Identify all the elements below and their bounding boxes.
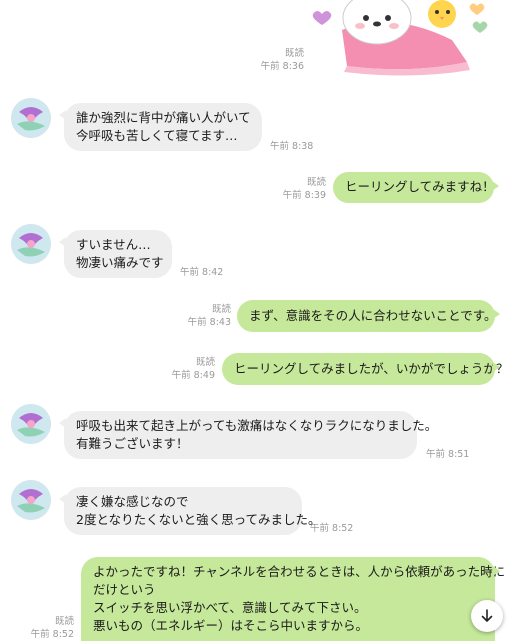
message-meta: 既読 午前 8:49 bbox=[151, 356, 215, 382]
message-time: 午前 8:52 bbox=[310, 523, 354, 534]
avatar-image bbox=[11, 224, 51, 264]
message-time: 午前 8:51 bbox=[426, 449, 470, 460]
avatar[interactable] bbox=[11, 480, 51, 520]
avatar[interactable] bbox=[11, 98, 51, 138]
message-line: 有難うございます！ bbox=[76, 436, 189, 451]
avatar[interactable] bbox=[11, 224, 51, 264]
message-line: まず、意識をその人に合わせないことです。 bbox=[249, 308, 497, 323]
message-time: 午前 8:39 bbox=[282, 190, 326, 201]
read-receipt: 既読 bbox=[211, 304, 231, 315]
message-line: スイッチを思い浮かべて、意識してみて下さい。 bbox=[93, 600, 367, 615]
message-line: 今呼吸も苦しくて寝てます… bbox=[76, 128, 238, 143]
message-meta: 既読 午前 8:52 bbox=[10, 615, 74, 641]
message-time: 午前 8:42 bbox=[180, 267, 224, 278]
message-line: 物凄い痛みです bbox=[76, 255, 164, 270]
message-line: だけという bbox=[93, 582, 156, 597]
message-time: 午前 8:36 bbox=[260, 61, 304, 72]
message-line: 誰か強烈に背中が痛い人がいて bbox=[76, 110, 251, 125]
message-line: 凄く嫌な感じなので bbox=[76, 494, 189, 509]
avatar[interactable] bbox=[11, 404, 51, 444]
message-bubble-incoming[interactable]: 呼吸も出来て起き上がっても激痛はなくなりラクになりました。 有難うございます！ bbox=[59, 411, 438, 459]
message-meta: 既読 午前 8:39 bbox=[262, 176, 326, 202]
read-receipt: 既読 bbox=[195, 357, 215, 368]
sticker-message[interactable] bbox=[302, 0, 502, 76]
message-line: ヒーリングしてみますね！ bbox=[345, 179, 495, 194]
message-time: 午前 8:38 bbox=[270, 141, 314, 152]
arrow-down-icon bbox=[481, 609, 493, 622]
message-bubble-outgoing[interactable]: ヒーリングしてみましたが、いかがでしょうか？ bbox=[222, 353, 509, 385]
scroll-to-bottom-button[interactable] bbox=[471, 600, 503, 632]
message-meta: 既読 午前 8:43 bbox=[167, 303, 231, 329]
message-line: 悪いもの（エネルギー）はそこら中いますから。 bbox=[93, 618, 369, 633]
avatar-image bbox=[11, 404, 51, 444]
message-line: ヒーリングしてみましたが、いかがでしょうか？ bbox=[234, 361, 509, 376]
message-time: 午前 8:52 bbox=[30, 629, 74, 640]
message-bubble-incoming[interactable]: すいません… 物凄い痛みです bbox=[59, 230, 172, 278]
read-receipt: 既読 bbox=[306, 177, 326, 188]
read-receipt: 既読 bbox=[284, 48, 304, 59]
message-bubble-outgoing[interactable]: よかったですね！チャンネルを合わせるときは、人から依頼があった時に だけという … bbox=[81, 557, 506, 641]
message-time: 午前 8:43 bbox=[187, 317, 231, 328]
message-line: よかったですね！チャンネルを合わせるときは、人から依頼があった時に bbox=[93, 564, 506, 579]
avatar-image bbox=[11, 98, 51, 138]
sticker-meta: 既読 午前 8:36 bbox=[240, 47, 304, 73]
read-receipt: 既読 bbox=[54, 616, 74, 627]
message-bubble-outgoing[interactable]: まず、意識をその人に合わせないことです。 bbox=[237, 300, 500, 332]
message-bubble-incoming[interactable]: 凄く嫌な感じなので 2度となりたくないと強く思ってみました。 bbox=[59, 487, 321, 535]
message-time: 午前 8:49 bbox=[171, 370, 215, 381]
cat-and-chick-sticker-icon bbox=[312, 0, 488, 76]
avatar-image bbox=[11, 480, 51, 520]
message-line: 2度となりたくないと強く思ってみました。 bbox=[76, 512, 321, 527]
message-bubble-outgoing[interactable]: ヒーリングしてみますね！ bbox=[333, 172, 499, 203]
message-line: すいません… bbox=[76, 237, 151, 252]
message-bubble-incoming[interactable]: 誰か強烈に背中が痛い人がいて 今呼吸も苦しくて寝てます… bbox=[59, 103, 262, 151]
message-line: 呼吸も出来て起き上がっても激痛はなくなりラクになりました。 bbox=[76, 418, 438, 433]
